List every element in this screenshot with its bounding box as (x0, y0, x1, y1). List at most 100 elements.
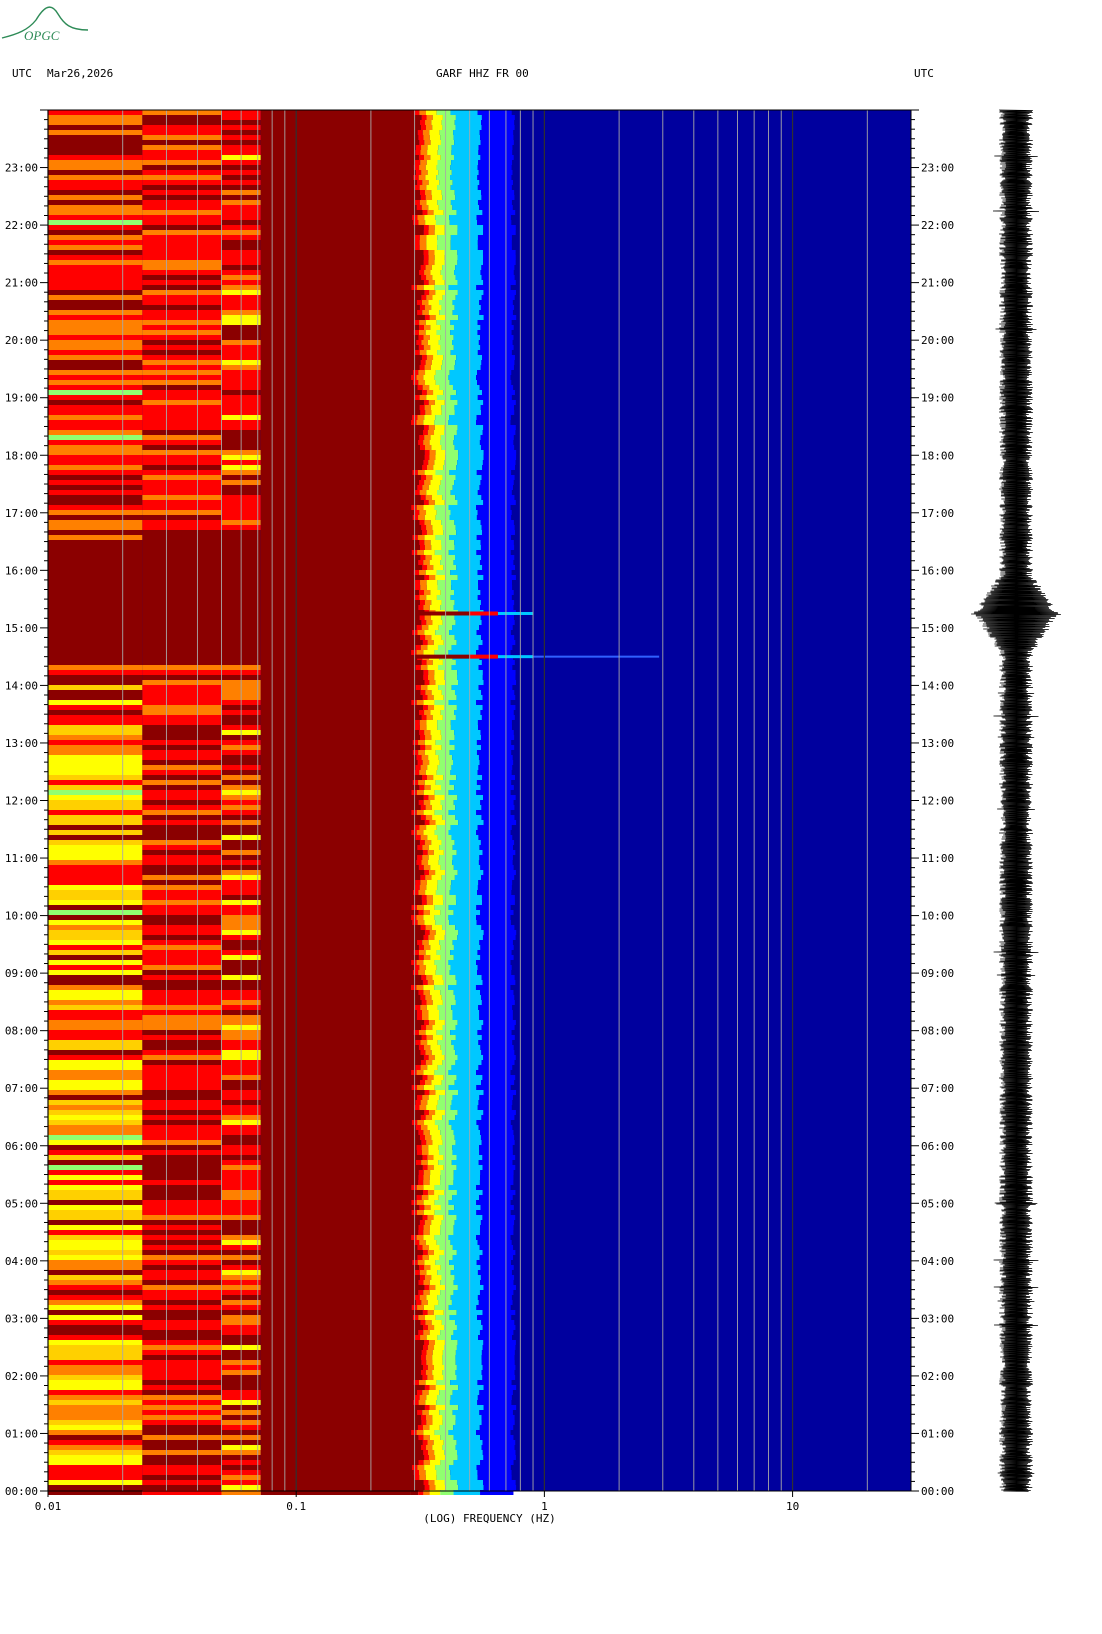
spectrogram-row (48, 1245, 514, 1250)
spectrogram-row (48, 960, 511, 965)
spectrogram-row (48, 350, 512, 355)
x-tick-label: 0.01 (35, 1500, 62, 1513)
spectrogram-row (48, 540, 514, 545)
y-tick-label-right: 11:00 (921, 852, 954, 865)
spectrogram-row (48, 710, 514, 715)
spectrogram-row (48, 580, 513, 585)
spectrogram-row (48, 1125, 513, 1130)
spectrogram-row (48, 1430, 511, 1435)
y-tick-label-left: 07:00 (5, 1082, 38, 1095)
spectrogram-row (48, 770, 512, 775)
spectrogram-row (48, 1235, 511, 1240)
spectrogram-row (48, 1200, 511, 1205)
spectrogram-row (48, 1465, 511, 1470)
spectrogram-row (48, 470, 512, 475)
y-tick-label-right: 07:00 (921, 1082, 954, 1095)
y-tick-label-right: 04:00 (921, 1255, 954, 1268)
spectrogram-row (48, 1035, 515, 1040)
spectrogram-row (48, 1395, 512, 1400)
spectrogram-row (48, 1120, 511, 1125)
spectrogram-row (48, 880, 513, 885)
y-tick-label-left: 08:00 (5, 1025, 38, 1038)
spectrogram-row (48, 950, 512, 955)
y-tick-label-left: 02:00 (5, 1370, 38, 1383)
spectrogram-row (48, 165, 512, 170)
spectrogram-row (48, 125, 515, 130)
spectrogram-row (48, 1435, 514, 1440)
spectrogram-row (48, 1015, 513, 1020)
spectrogram-row (48, 755, 513, 760)
spectrogram-row (48, 875, 515, 880)
y-tick-label-right: 13:00 (921, 737, 954, 750)
spectrogram-row (48, 150, 513, 155)
spectrogram-row (48, 865, 514, 870)
spectrogram-row (48, 555, 515, 560)
spectrogram-row (48, 900, 515, 905)
spectrogram-row (48, 1280, 514, 1285)
spectrogram-row (48, 200, 512, 205)
spectrogram-row (48, 385, 514, 390)
spectrogram-row (48, 665, 513, 670)
spectrogram-row (48, 295, 515, 300)
spectrogram-row (48, 700, 511, 705)
spectrogram-row (48, 720, 512, 725)
spectrogram-row (48, 620, 515, 625)
y-tick-label-left: 00:00 (5, 1485, 38, 1498)
spectrogram-row (48, 115, 515, 120)
spectrogram-row (48, 240, 512, 245)
spectrogram-row (48, 245, 512, 250)
spectrogram-row (48, 195, 515, 200)
spectrogram-row (48, 690, 515, 695)
spectrogram-row (48, 205, 513, 210)
y-tick-label-right: 10:00 (921, 910, 954, 923)
spectrogram-row (48, 750, 512, 755)
spectrogram-row (48, 1065, 513, 1070)
y-tick-label-left: 17:00 (5, 507, 38, 520)
spectrogram-row (48, 220, 512, 225)
y-tick-label-left: 12:00 (5, 795, 38, 808)
spectrogram-row (48, 155, 514, 160)
spectrogram-row (48, 1095, 513, 1100)
spectrogram-row (48, 1320, 515, 1325)
spectrogram-row (48, 435, 514, 440)
spectrogram-row (48, 365, 514, 370)
y-tick-label-right: 01:00 (921, 1427, 954, 1440)
y-tick-label-left: 05:00 (5, 1197, 38, 1210)
spectrogram-row (48, 735, 515, 740)
spectrogram-row (48, 800, 514, 805)
spectrogram-row (48, 785, 514, 790)
spectrogram-row (48, 475, 515, 480)
spectrogram-row (48, 1155, 516, 1160)
spectrogram-row (48, 1080, 515, 1085)
spectrogram-row (48, 1100, 513, 1105)
spectrogram-row (48, 1105, 512, 1110)
spectrogram-row (48, 515, 512, 520)
spectrogram-row (48, 975, 515, 980)
y-tick-label-right: 20:00 (921, 334, 954, 347)
y-tick-label-right: 03:00 (921, 1312, 954, 1325)
spectrogram-row (48, 1000, 515, 1005)
y-tick-label-left: 22:00 (5, 219, 38, 232)
spectrogram-row (48, 445, 515, 450)
y-tick-label-right: 00:00 (921, 1485, 954, 1498)
x-tick-label: 0.1 (286, 1500, 306, 1513)
spectrogram-row (48, 660, 515, 665)
spectrogram-row (48, 490, 512, 495)
spectrogram-row (48, 845, 513, 850)
spectrogram-row (48, 1415, 515, 1420)
spectrogram-row (48, 765, 513, 770)
spectrogram-row (48, 905, 511, 910)
spectrogram-row (48, 1145, 513, 1150)
y-tick-label-left: 14:00 (5, 679, 38, 692)
spectrogram-row (48, 1410, 513, 1415)
spectrogram-row (48, 1355, 515, 1360)
spectrogram-row (48, 895, 515, 900)
spectrogram-row (48, 1420, 515, 1425)
spectrogram-row (48, 405, 514, 410)
y-tick-label-right: 09:00 (921, 967, 954, 980)
spectrogram-row (48, 855, 513, 860)
y-tick-label-right: 05:00 (921, 1197, 954, 1210)
spectrogram-row (48, 560, 514, 565)
spectrogram-row (48, 630, 511, 635)
spectrogram-row (48, 1360, 515, 1365)
